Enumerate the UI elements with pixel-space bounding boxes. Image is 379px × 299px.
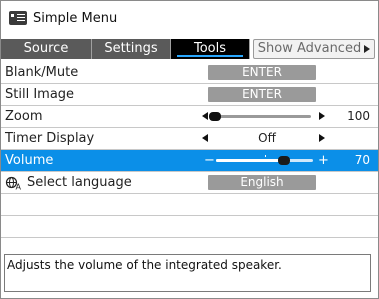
language-icon: A <box>5 176 22 191</box>
timer-display-value: Off <box>258 131 276 145</box>
zoom-increase-icon[interactable] <box>319 112 325 120</box>
active-tab-underline <box>177 55 243 57</box>
menu-row-volume[interactable]: Volume − + 70 <box>1 150 378 172</box>
still-image-enter-button[interactable]: ENTER <box>208 87 316 102</box>
menu-row-zoom[interactable]: Zoom 100 <box>1 106 378 128</box>
timer-display-label: Timer Display <box>5 131 95 146</box>
menu-row-timer-display[interactable]: Timer Display Off <box>1 128 378 150</box>
tab-bar: Source Settings Tools Show Advanced <box>1 37 378 61</box>
zoom-value: 100 <box>347 109 370 123</box>
volume-slider[interactable] <box>216 155 313 165</box>
zoom-label: Zoom <box>5 109 43 124</box>
menu-icon <box>9 11 27 25</box>
show-advanced-label: Show Advanced <box>257 41 362 56</box>
timer-previous-icon[interactable] <box>202 134 208 142</box>
still-image-label: Still Image <box>5 87 75 102</box>
tab-settings[interactable]: Settings <box>92 39 171 59</box>
show-advanced-button[interactable]: Show Advanced <box>253 39 375 59</box>
volume-label: Volume <box>5 153 54 168</box>
chevron-right-icon <box>364 44 371 53</box>
volume-value: 70 <box>354 153 370 167</box>
volume-tick-mark <box>264 155 266 157</box>
volume-slider-fill <box>216 159 284 162</box>
timer-next-icon[interactable] <box>319 134 325 142</box>
menu-window: Simple Menu Source Settings Tools Show A… <box>0 0 379 299</box>
menu-row-empty-2 <box>1 216 378 238</box>
volume-plus-icon[interactable]: + <box>318 150 329 171</box>
blank-mute-label: Blank/Mute <box>5 65 79 80</box>
menu-list: Blank/Mute ENTER Still Image ENTER Zoom … <box>1 62 378 238</box>
zoom-slider-thumb[interactable] <box>208 112 221 121</box>
menu-row-blank-mute[interactable]: Blank/Mute ENTER <box>1 62 378 84</box>
tab-tools-label: Tools <box>193 41 227 56</box>
volume-slider-thumb[interactable] <box>277 156 290 165</box>
menu-row-still-image[interactable]: Still Image ENTER <box>1 84 378 106</box>
title-bar: Simple Menu <box>1 1 378 38</box>
menu-row-empty-1 <box>1 194 378 216</box>
tab-source[interactable]: Source <box>1 39 92 59</box>
language-value-button[interactable]: English <box>208 175 316 190</box>
svg-text:A: A <box>16 183 22 191</box>
menu-row-select-language[interactable]: A Select language English <box>1 172 378 194</box>
volume-minus-icon[interactable]: − <box>204 150 215 171</box>
window-title: Simple Menu <box>33 11 118 26</box>
blank-mute-enter-button[interactable]: ENTER <box>208 65 316 80</box>
zoom-slider[interactable] <box>208 112 311 121</box>
zoom-decrease-icon[interactable] <box>202 112 208 120</box>
help-text-box: Adjusts the volume of the integrated spe… <box>4 254 371 292</box>
tab-tools[interactable]: Tools <box>171 39 250 59</box>
select-language-label: Select language <box>27 175 132 190</box>
